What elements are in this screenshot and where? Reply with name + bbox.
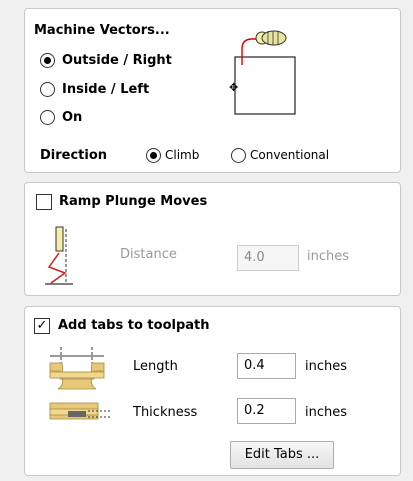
radio-climb-indicator[interactable] (146, 148, 161, 163)
radio-outside-right-indicator[interactable] (40, 53, 55, 68)
length-input[interactable]: 0.4 (237, 353, 296, 379)
distance-unit: inches (307, 249, 350, 264)
distance-input[interactable]: 4.0 (237, 245, 299, 271)
length-label: Length (133, 359, 178, 374)
radio-climb-label[interactable]: Climb (165, 148, 199, 162)
radio-conventional-indicator[interactable] (231, 148, 246, 163)
tab-length-icon (49, 347, 105, 390)
edit-tabs-button[interactable]: Edit Tabs ... (230, 441, 334, 469)
radio-on-indicator[interactable] (40, 110, 55, 125)
machine-vectors-title: Machine Vectors... (34, 23, 170, 38)
machine-vectors-panel: Machine Vectors... Outside / Right Insid… (24, 8, 401, 173)
thickness-input[interactable]: 0.2 (237, 398, 296, 424)
add-tabs-checkbox[interactable]: ✓ (34, 318, 50, 334)
radio-outside-right-label[interactable]: Outside / Right (62, 53, 172, 68)
distance-label: Distance (120, 247, 177, 262)
thickness-label: Thickness (133, 405, 198, 420)
tabs-panel: ✓ Add tabs to toolpath Length 0.4 inches… (24, 306, 401, 476)
radio-on-label[interactable]: On (62, 110, 82, 125)
svg-text:✥: ✥ (229, 81, 238, 94)
ramp-plunge-panel: Ramp Plunge Moves Distance 4.0 inches (24, 182, 401, 296)
ramp-plunge-label[interactable]: Ramp Plunge Moves (59, 194, 207, 209)
ramp-plunge-icon (45, 226, 73, 285)
tab-thickness-icon (49, 402, 110, 420)
radio-inside-left-label[interactable]: Inside / Left (62, 82, 149, 97)
radio-conventional-label[interactable]: Conventional (250, 148, 329, 162)
ramp-plunge-checkbox[interactable] (36, 194, 52, 210)
vector-offset-diagram-icon: ✥ (229, 30, 296, 115)
thickness-unit: inches (305, 405, 348, 420)
add-tabs-label[interactable]: Add tabs to toolpath (58, 318, 210, 333)
direction-label: Direction (40, 148, 108, 163)
length-unit: inches (305, 359, 348, 374)
radio-inside-left-indicator[interactable] (40, 82, 55, 97)
